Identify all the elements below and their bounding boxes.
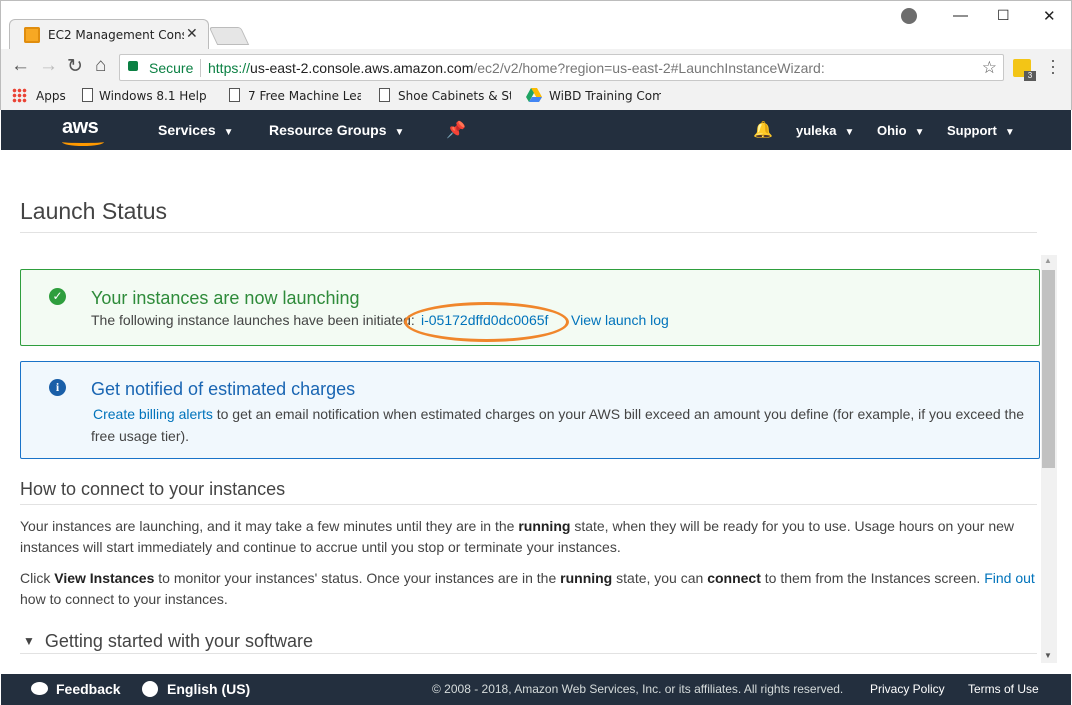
divider [20, 653, 1037, 654]
aws-top-nav: aws Services ▼ Resource Groups ▼ 📌 🔔 yulek… [1, 110, 1071, 150]
create-billing-alerts-link[interactable]: Create billing alerts [93, 406, 213, 422]
back-icon[interactable]: ← [11, 55, 30, 77]
reload-icon[interactable]: ↻ [67, 55, 83, 78]
services-menu[interactable]: Services ▼ [158, 122, 234, 138]
extension-badge: 3 [1024, 71, 1036, 81]
view-launch-log-link[interactable]: View launch log [571, 312, 669, 328]
find-out-link[interactable]: Find out [984, 570, 1035, 586]
feedback-link[interactable]: Feedback [56, 681, 121, 697]
tab-close-icon[interactable]: ✕ [186, 25, 198, 42]
aws-smile-icon [62, 138, 104, 146]
success-alert-title: Your instances are now launching [91, 288, 360, 308]
chevron-down-icon: ▼ [844, 127, 855, 138]
secure-label: Secure [149, 60, 194, 76]
omnibox-divider [200, 59, 201, 77]
privacy-policy-link[interactable]: Privacy Policy [870, 682, 945, 696]
chat-bubble-icon [31, 682, 48, 695]
aws-footer: Feedback English (US) © 2008 - 2018, Ama… [1, 674, 1071, 705]
divider [20, 232, 1037, 233]
forward-icon[interactable]: → [39, 55, 58, 77]
scroll-up-icon[interactable]: ▲ [1044, 256, 1052, 265]
user-menu[interactable]: yuleka ▼ [796, 123, 854, 138]
support-menu[interactable]: Support ▼ [947, 123, 1015, 138]
bookmark-apps[interactable]: Apps [36, 89, 66, 103]
star-icon[interactable]: ☆ [982, 58, 997, 78]
copyright-text: © 2008 - 2018, Amazon Web Services, Inc.… [432, 682, 844, 696]
chevron-down-icon: ▼ [223, 127, 234, 138]
aws-box-icon [24, 27, 40, 43]
aws-logo[interactable]: aws [62, 116, 99, 139]
close-window-icon[interactable]: ✕ [1043, 7, 1056, 25]
success-alert: ✓ Your instances are now launching The f… [20, 269, 1040, 346]
info-alert: i Get notified of estimated charges Crea… [20, 361, 1040, 459]
bell-icon[interactable]: 🔔 [753, 120, 773, 140]
home-icon[interactable]: ⌂ [95, 55, 106, 77]
chevron-down-icon: ▼ [394, 127, 405, 138]
tab-strip: EC2 Management Conso ✕ — ☐ ✕ [1, 1, 1071, 49]
bookmark-wibd[interactable]: WiBD Training Comm [549, 89, 661, 103]
info-alert-title: Get notified of estimated charges [91, 379, 356, 399]
tab-title: EC2 Management Conso [48, 28, 184, 42]
page-title: Launch Status [20, 198, 168, 224]
success-alert-message: The following instance launches have bee… [91, 312, 415, 328]
bookmark-shoe-cabinets[interactable]: Shoe Cabinets & Stor [398, 89, 511, 103]
scroll-down-icon[interactable]: ▼ [1044, 651, 1052, 660]
region-menu[interactable]: Ohio ▼ [877, 123, 925, 138]
lock-icon [128, 61, 138, 71]
chevron-down-icon: ▼ [914, 127, 925, 138]
getting-started-expander[interactable]: ▼ Getting started with your software [23, 631, 313, 652]
url-text[interactable]: https://us-east-2.console.aws.amazon.com… [208, 60, 825, 76]
globe-icon [142, 681, 158, 697]
info-circle-icon: i [49, 379, 66, 396]
resource-groups-menu[interactable]: Resource Groups ▼ [269, 122, 404, 138]
bookmark-windows-help[interactable]: Windows 8.1 Help Ce [99, 89, 211, 103]
connect-paragraph-2: Click View Instances to monitor your ins… [20, 570, 1035, 607]
browser-menu-icon[interactable]: · · · [1050, 51, 1056, 81]
language-selector[interactable]: English (US) [167, 681, 250, 697]
pin-icon[interactable]: 📌 [446, 120, 466, 140]
apps-grid-icon[interactable] [12, 88, 27, 103]
minimize-icon[interactable]: — [953, 7, 968, 24]
terms-of-use-link[interactable]: Terms of Use [968, 682, 1039, 696]
browser-chrome: EC2 Management Conso ✕ — ☐ ✕ ← → ↻ ⌂ Sec… [0, 0, 1072, 110]
page-icon [379, 88, 390, 102]
new-tab-button[interactable] [208, 27, 250, 45]
page-icon [82, 88, 93, 102]
bookmark-machine-learning[interactable]: 7 Free Machine Learn [248, 89, 361, 103]
check-circle-icon: ✓ [49, 288, 66, 305]
profile-icon[interactable] [901, 8, 917, 24]
info-alert-body: Create billing alerts to get an email no… [91, 406, 1025, 444]
divider [20, 504, 1037, 505]
maximize-icon[interactable]: ☐ [997, 7, 1010, 24]
page-icon [229, 88, 240, 102]
connect-section-title: How to connect to your instances [20, 479, 286, 499]
drive-icon [526, 88, 542, 102]
chevron-down-icon: ▼ [1004, 127, 1015, 138]
connect-paragraph-1: Your instances are launching, and it may… [20, 518, 1015, 555]
triangle-down-icon: ▼ [23, 634, 35, 648]
main-content: Launch Status ✓ Your instances are now l… [1, 150, 1041, 674]
address-bar[interactable]: Secure https://us-east-2.console.aws.ama… [119, 54, 1004, 81]
browser-tab[interactable]: EC2 Management Conso ✕ [9, 19, 209, 49]
scrollbar-thumb[interactable] [1042, 270, 1055, 468]
highlight-annotation [404, 302, 569, 342]
